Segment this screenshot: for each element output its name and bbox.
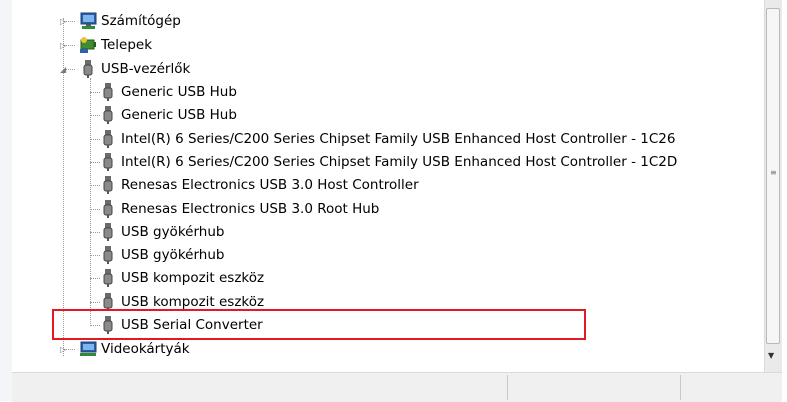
window-right-edge	[782, 0, 787, 401]
usb-device-label: USB kompozit eszköz	[121, 294, 265, 310]
device-tree[interactable]: ▷ Számítógép ▷ Telepek ◢ USB-vezérlők Ge…	[12, 0, 764, 372]
usb-plug-icon	[103, 130, 113, 148]
usb-plug-icon	[103, 106, 113, 124]
tree-node-label: Számítógép	[101, 13, 181, 29]
tree-node-label: USB-vezérlők	[101, 61, 191, 77]
collapse-arrow-icon[interactable]: ◢	[60, 65, 69, 74]
usb-device-label: Generic USB Hub	[121, 84, 237, 100]
tree-line	[90, 278, 100, 279]
tree-line	[90, 115, 100, 116]
usb-device-label: USB gyökérhub	[121, 247, 225, 263]
usb-plug-icon	[103, 246, 113, 264]
tree-node-label: Videokártyák	[101, 341, 190, 357]
tree-line	[90, 302, 100, 303]
usb-plug-icon	[83, 60, 93, 78]
usb-plug-icon	[103, 83, 113, 101]
status-bar	[12, 372, 782, 402]
usb-device-label: Intel(R) 6 Series/C200 Series Chipset Fa…	[121, 154, 678, 170]
usb-plug-icon	[103, 223, 113, 241]
expand-arrow-icon[interactable]: ▷	[60, 41, 69, 50]
tree-line	[90, 185, 100, 186]
usb-device-label: USB gyökérhub	[121, 224, 225, 240]
usb-device-label: Intel(R) 6 Series/C200 Series Chipset Fa…	[121, 131, 676, 147]
tree-node-label: Telepek	[101, 37, 153, 53]
usb-device-label: Generic USB Hub	[121, 107, 237, 123]
scroll-down-arrow-icon[interactable]: ▼	[768, 351, 774, 360]
tree-line	[90, 92, 100, 93]
usb-plug-icon	[103, 176, 113, 194]
vertical-scrollbar[interactable]: ≡ ▼	[764, 0, 782, 372]
status-divider	[680, 375, 681, 400]
tree-line	[90, 209, 100, 210]
highlight-box	[52, 309, 586, 340]
tree-line	[90, 255, 100, 256]
usb-device-label: USB kompozit eszköz	[121, 270, 265, 286]
computer-icon	[80, 12, 97, 29]
expand-arrow-icon[interactable]: ▷	[60, 345, 69, 354]
usb-plug-icon	[103, 269, 113, 287]
grip-icon: ≡	[770, 168, 777, 177]
status-divider	[507, 375, 508, 400]
expand-arrow-icon[interactable]: ▷	[60, 17, 69, 26]
scrollbar-thumb[interactable]: ≡	[766, 8, 780, 344]
tree-line	[90, 139, 100, 140]
battery-icon	[80, 37, 96, 53]
usb-plug-icon	[103, 200, 113, 218]
usb-device-label: Renesas Electronics USB 3.0 Root Hub	[121, 201, 380, 217]
usb-plug-icon	[103, 153, 113, 171]
tree-line	[90, 162, 100, 163]
display-adapter-icon	[80, 341, 97, 356]
usb-device-label: Renesas Electronics USB 3.0 Host Control…	[121, 177, 419, 193]
tree-line	[90, 232, 100, 233]
